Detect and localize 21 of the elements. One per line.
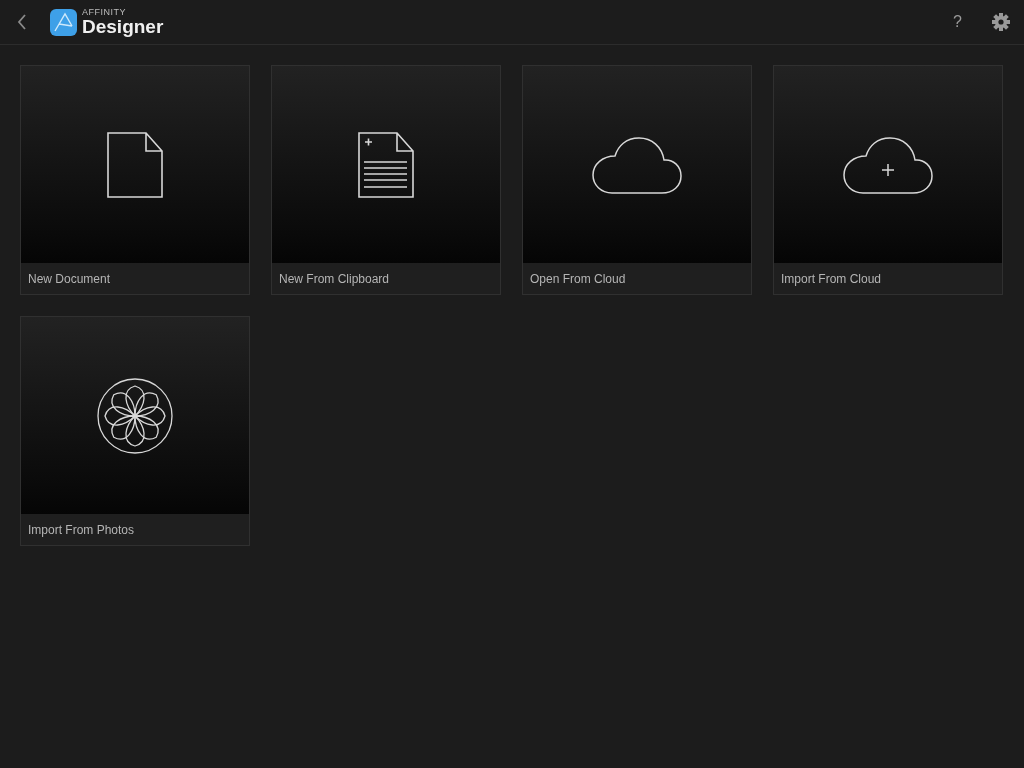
tile-label: New Document [27,270,112,288]
cloud-icon [592,135,682,194]
tile-label: Import From Cloud [780,270,883,288]
app-logo-icon [50,8,77,36]
brand-title: Designer [82,17,164,36]
template-tile[interactable]: Import From Cloud [773,65,1003,295]
cloud-plus-icon [843,135,933,194]
tile-label: Import From Photos [27,521,136,539]
document-icon [107,131,163,198]
flower-icon [97,377,173,454]
template-tile[interactable]: New From Clipboard [271,65,501,295]
tile-label: New From Clipboard [278,270,391,288]
template-tile[interactable]: Import From Photos [20,316,250,546]
template-tile[interactable]: Open From Cloud [522,65,752,295]
help-button[interactable]: ? [949,13,966,31]
brand-subtitle: AFFINITY [82,8,127,17]
template-tile[interactable]: New Document [20,65,250,295]
tile-label: Open From Cloud [529,270,627,288]
settings-icon[interactable] [992,13,1010,31]
back-chevron-icon[interactable] [17,14,27,30]
document-lines-icon [358,131,414,198]
